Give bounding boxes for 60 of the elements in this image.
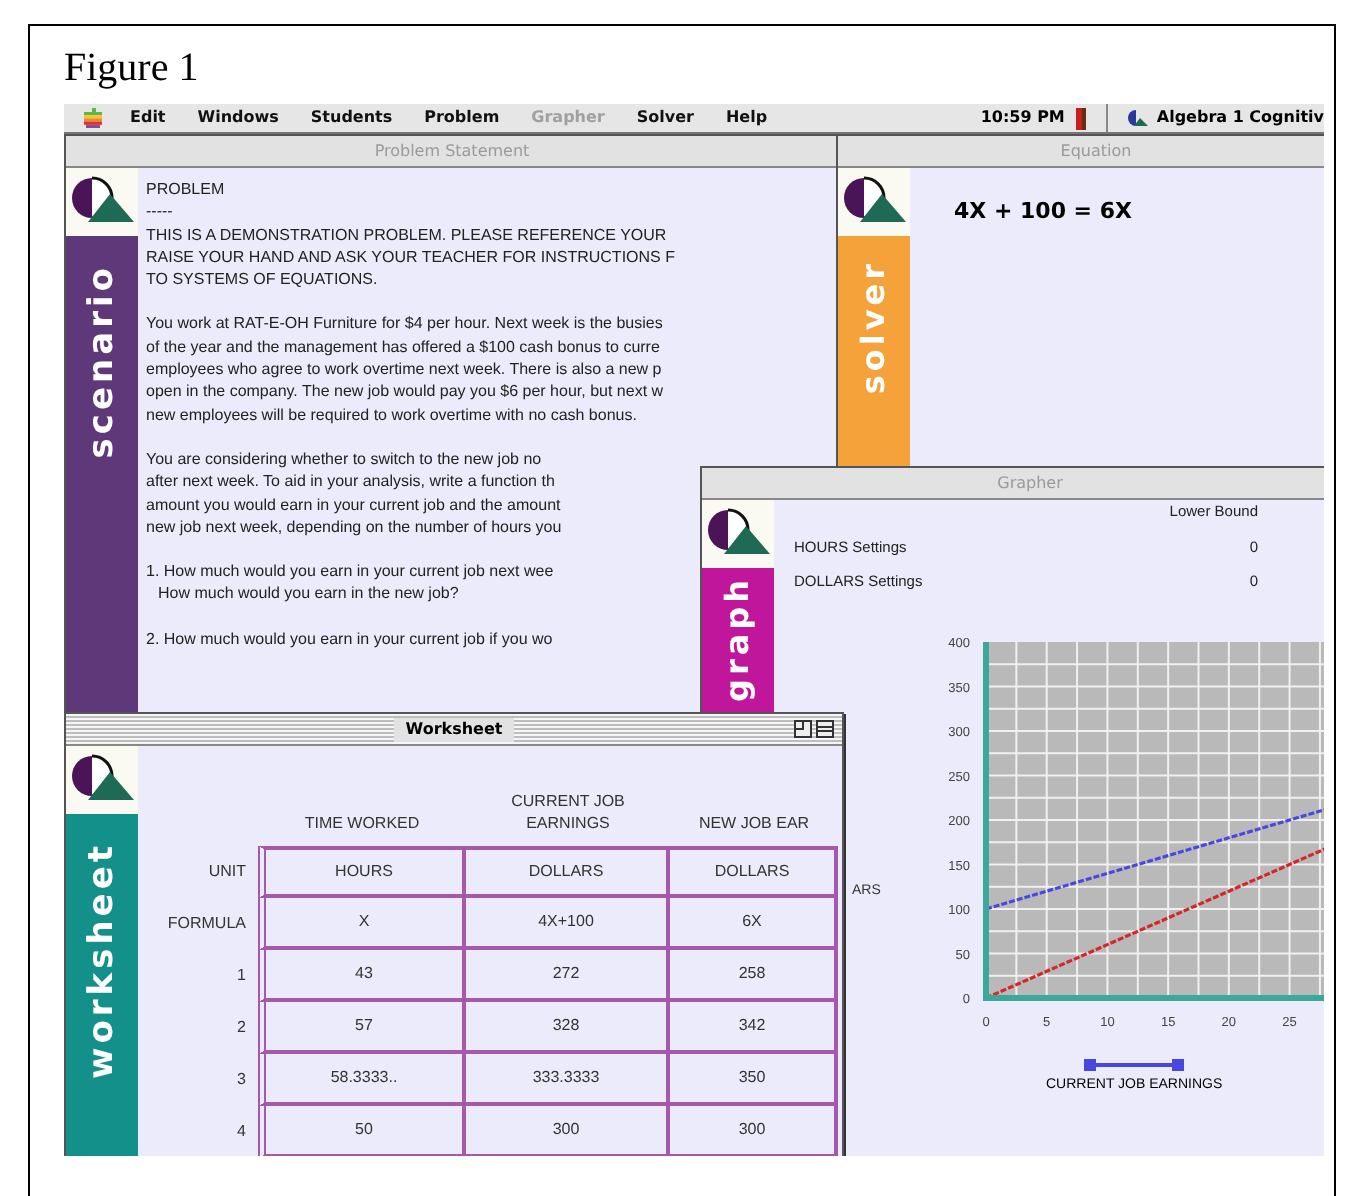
row-label: UNIT bbox=[208, 864, 248, 880]
band-label: worksheet bbox=[85, 842, 119, 1079]
figure-caption: Figure 1 bbox=[64, 46, 199, 94]
equation-text: 4X + 100 = 6X bbox=[954, 200, 1132, 222]
app-name[interactable]: Algebra 1 Cognitiv bbox=[1156, 110, 1324, 126]
clock: 10:59 PM bbox=[980, 110, 1067, 126]
table-cell: DOLLARS bbox=[466, 846, 670, 898]
table-cell: 342 bbox=[670, 1002, 838, 1054]
problem-paragraph: 2. How much would you earn in your current job if you wo bbox=[146, 627, 553, 651]
column-header: TIME WORKED bbox=[304, 812, 420, 836]
app-logo-icon[interactable] bbox=[1128, 108, 1149, 128]
table-cell: 258 bbox=[670, 950, 838, 1002]
logo bbox=[66, 168, 138, 236]
table-cell: 58.3333.. bbox=[258, 1054, 466, 1106]
collapse-box-icon[interactable] bbox=[816, 720, 834, 738]
menu-item[interactable]: Edit bbox=[114, 110, 182, 126]
table-cell: 333.3333 bbox=[466, 1054, 670, 1106]
legend-line bbox=[1084, 1057, 1185, 1071]
column-header: NEW JOB EAR bbox=[698, 812, 810, 836]
table-cell: 272 bbox=[466, 950, 670, 1002]
menu-item[interactable]: Students bbox=[294, 110, 409, 126]
band-label: scenario bbox=[85, 264, 119, 459]
row-label: 1 bbox=[237, 968, 248, 984]
column-header: CURRENT JOB EARNINGS bbox=[509, 790, 627, 836]
problem-paragraph: THIS IS A DEMONSTRATION PROBLEM. PLEASE REFERENCE YOUR RAISE YOUR HAND AND ASK YOUR TEACHER FOR INSTRUCTIONS F TO SYSTEMS OF EQUATIONS. bbox=[146, 223, 675, 291]
table-cell: X bbox=[258, 898, 466, 950]
row-label: 4 bbox=[237, 1124, 248, 1140]
table-cell: 328 bbox=[466, 1002, 670, 1054]
table-cell: 6X bbox=[670, 898, 838, 950]
table-cell: HOURS bbox=[258, 846, 466, 898]
menu-item[interactable]: Solver bbox=[620, 110, 710, 126]
table-cell: 50 bbox=[258, 1106, 466, 1156]
heading-rule: ----- bbox=[146, 200, 173, 224]
table-cell: 300 bbox=[466, 1106, 670, 1156]
problem-paragraph: You are considering whether to switch to the new job no after next week. To aid in your analysis, write a function th amount you would earn in your current job and the amount new job next week, depending on the number of hours you bbox=[146, 447, 562, 539]
title-bar[interactable]: Worksheet bbox=[66, 714, 842, 746]
table-cell: 57 bbox=[258, 1002, 466, 1054]
table-cell: 43 bbox=[258, 950, 466, 1002]
table-cell: 300 bbox=[670, 1106, 838, 1156]
logo bbox=[702, 500, 774, 568]
meter-icon bbox=[1076, 107, 1087, 129]
menu-item[interactable]: Problem bbox=[408, 110, 516, 126]
row-label: 2 bbox=[237, 1020, 248, 1036]
menu-item[interactable]: Windows bbox=[181, 110, 295, 126]
window-title: Worksheet bbox=[393, 717, 515, 741]
problem-heading: PROBLEM bbox=[146, 178, 225, 201]
logo bbox=[838, 168, 910, 236]
problem-paragraph: 1. How much would you earn in your current job next wee How much would you earn in the new job? bbox=[146, 560, 554, 606]
row-label: FORMULA bbox=[167, 916, 248, 932]
logo bbox=[66, 746, 138, 814]
problem-paragraph: You work at RAT-E-OH Furniture for $4 per hour. Next week is the busies of the year and the management has offered a $100 cash bonus to curre employees who agree to work overtime next week. There is also a new p open in the company. The new job would pay you $6 per hour, but next w new employees will be required to work overtime with no cash bonus. bbox=[146, 312, 664, 426]
band-label: graph bbox=[722, 576, 754, 702]
apple-logo[interactable] bbox=[84, 108, 102, 128]
menu-item[interactable]: Help bbox=[709, 110, 784, 126]
band-label: solver bbox=[858, 260, 890, 395]
zoom-box-icon[interactable] bbox=[794, 720, 812, 738]
table-cell: 350 bbox=[670, 1054, 838, 1106]
row-label: 3 bbox=[237, 1072, 248, 1088]
table-cell: DOLLARS bbox=[670, 846, 838, 898]
table-cell: 4X+100 bbox=[466, 898, 670, 950]
